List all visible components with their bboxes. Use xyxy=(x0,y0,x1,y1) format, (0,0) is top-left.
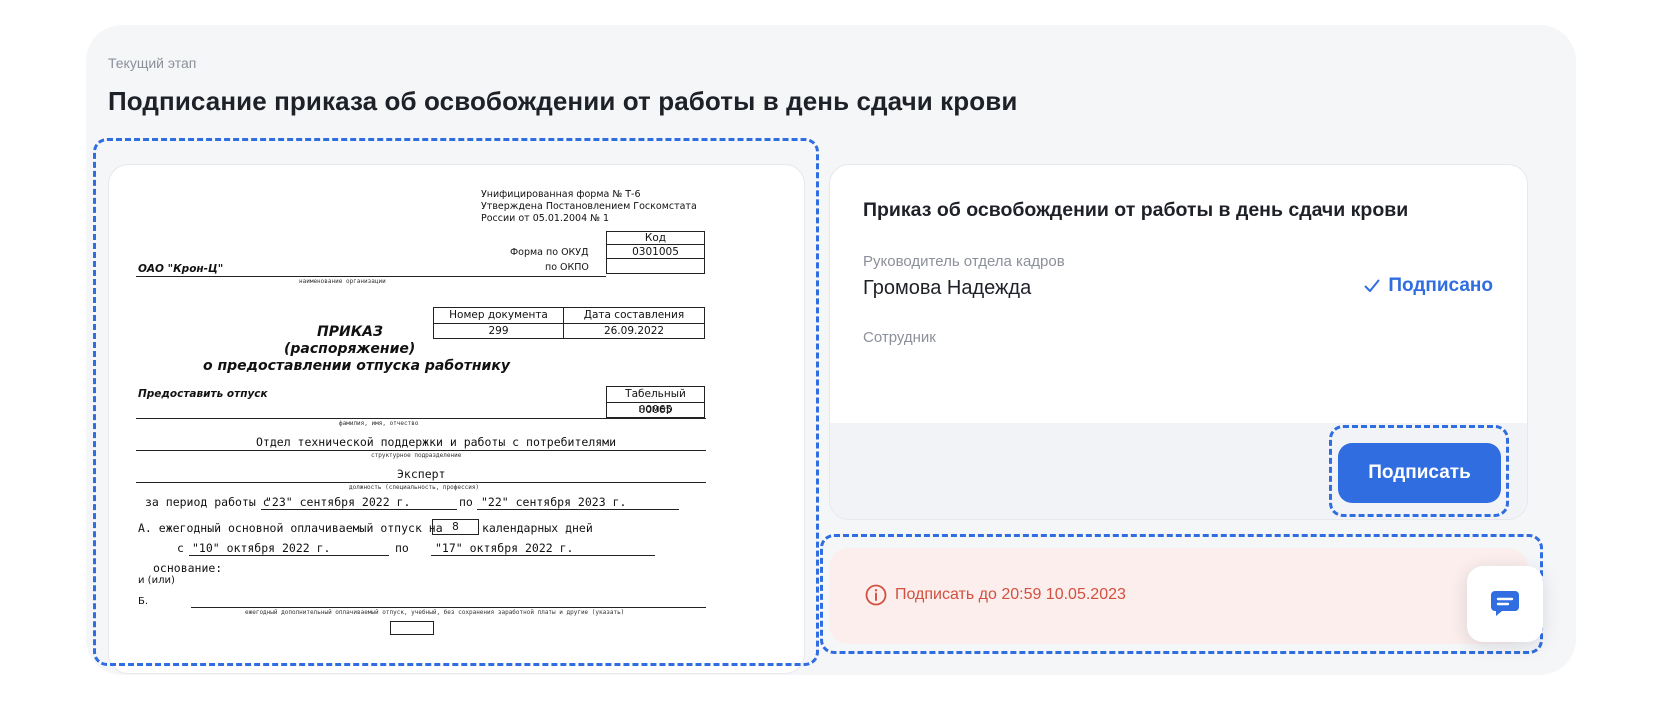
and-or-label: и (или) xyxy=(138,575,175,586)
form-header-line-3: России от 05.01.2004 № 1 xyxy=(481,213,610,224)
order-subtitle: (распоряжение) xyxy=(284,341,416,357)
chat-button[interactable] xyxy=(1467,566,1543,642)
order-title: ПРИКАЗ xyxy=(317,324,383,340)
sign-button[interactable]: Подписать xyxy=(1338,443,1501,503)
code-header: Код xyxy=(606,231,705,244)
okpo-code xyxy=(606,259,705,274)
leave-from-label: с xyxy=(177,541,184,555)
order-form-t6: Унифицированная форма № Т-6 Утверждена П… xyxy=(109,165,804,673)
okud-label: Форма по ОКУД xyxy=(510,247,589,258)
fio-caption: фамилия, имя, отчество xyxy=(339,420,419,427)
department-line xyxy=(136,450,706,451)
leave-from-date: "10" октября 2022 г. xyxy=(192,541,331,555)
organization-name: ОАО "Крон-Ц" xyxy=(138,263,224,275)
signing-document-title: Приказ об освобождении от работы в день … xyxy=(863,199,1409,221)
leave-a-unit: календарных дней xyxy=(482,521,593,535)
doc-date: 26.09.2022 xyxy=(563,323,705,339)
document-preview[interactable]: Унифицированная форма № Т-6 Утверждена П… xyxy=(108,164,805,674)
leave-b-label: Б. xyxy=(138,596,149,607)
position-caption: должность (специальность, профессия) xyxy=(349,484,480,491)
doc-date-header: Дата составления xyxy=(563,307,705,324)
tab-number: 00065 xyxy=(606,402,705,418)
employee-role: Сотрудник xyxy=(863,329,936,346)
period-to-line xyxy=(477,509,679,510)
chat-icon xyxy=(1491,591,1519,616)
leave-to-line xyxy=(431,555,655,556)
department-name: Отдел технической поддержки и работы с п… xyxy=(256,435,617,449)
signer-role: Руководитель отдела кадров xyxy=(863,253,1065,270)
signer-name: Громова Надежда xyxy=(863,277,1032,299)
fio-line xyxy=(136,418,706,419)
info-icon xyxy=(865,584,887,606)
deadline-text: Подписать до 20:59 10.05.2023 xyxy=(895,586,1126,603)
stage-label: Текущий этап xyxy=(108,55,197,71)
basis-label: основание: xyxy=(153,561,223,575)
position-line xyxy=(136,482,706,483)
form-header-line-1: Унифицированная форма № Т-6 xyxy=(481,189,641,200)
signing-card: Приказ об освобождении от работы в день … xyxy=(829,164,1528,520)
okpo-label: по ОКПО xyxy=(545,262,589,273)
deadline-banner: Подписать до 20:59 10.05.2023 xyxy=(829,548,1528,644)
leave-a-label: А. ежегодный основной оплачиваемый отпус… xyxy=(138,521,443,535)
period-from-date: "23" сентября 2022 г. xyxy=(265,495,411,509)
period-to-date: "22" сентября 2023 г. xyxy=(481,495,627,509)
leave-from-line xyxy=(189,555,389,556)
grant-leave-label: Предоставить отпуск xyxy=(138,388,268,400)
deadline-row: Подписать до 20:59 10.05.2023 xyxy=(865,584,1126,606)
period-to-label: по xyxy=(459,495,473,509)
period-from-label: за период работы с xyxy=(145,495,270,509)
tab-number-header: Табельный номер xyxy=(606,386,705,415)
doc-number-header: Номер документа xyxy=(433,307,564,324)
order-purpose: о предоставлении отпуска работнику xyxy=(203,358,510,374)
check-icon xyxy=(1364,279,1380,292)
leave-b-caption: ежегодный дополнительный оплачиваемый от… xyxy=(245,609,625,616)
stage-title: Подписание приказа об освобождении от ра… xyxy=(108,86,1018,116)
leave-b-days-box xyxy=(390,621,434,635)
organization-caption: наименование организации xyxy=(299,278,386,285)
okud-code: 0301005 xyxy=(606,244,705,259)
leave-to-date: "17" октября 2022 г. xyxy=(435,541,574,555)
organization-line xyxy=(136,276,606,277)
leave-a-days: 8 xyxy=(432,519,479,535)
signer-status-text: Подписано xyxy=(1388,275,1493,296)
leave-b-line xyxy=(191,607,706,608)
signer-status: Подписано xyxy=(1364,275,1493,297)
form-header-line-2: Утверждена Постановлением Госкомстата xyxy=(481,201,697,212)
signing-footer: Подписать xyxy=(830,423,1527,519)
position-name: Эксперт xyxy=(397,467,446,481)
leave-to-label: по xyxy=(395,541,409,555)
department-caption: структурное подразделение xyxy=(371,452,462,459)
period-from-line xyxy=(261,509,457,510)
doc-number: 299 xyxy=(433,323,564,339)
